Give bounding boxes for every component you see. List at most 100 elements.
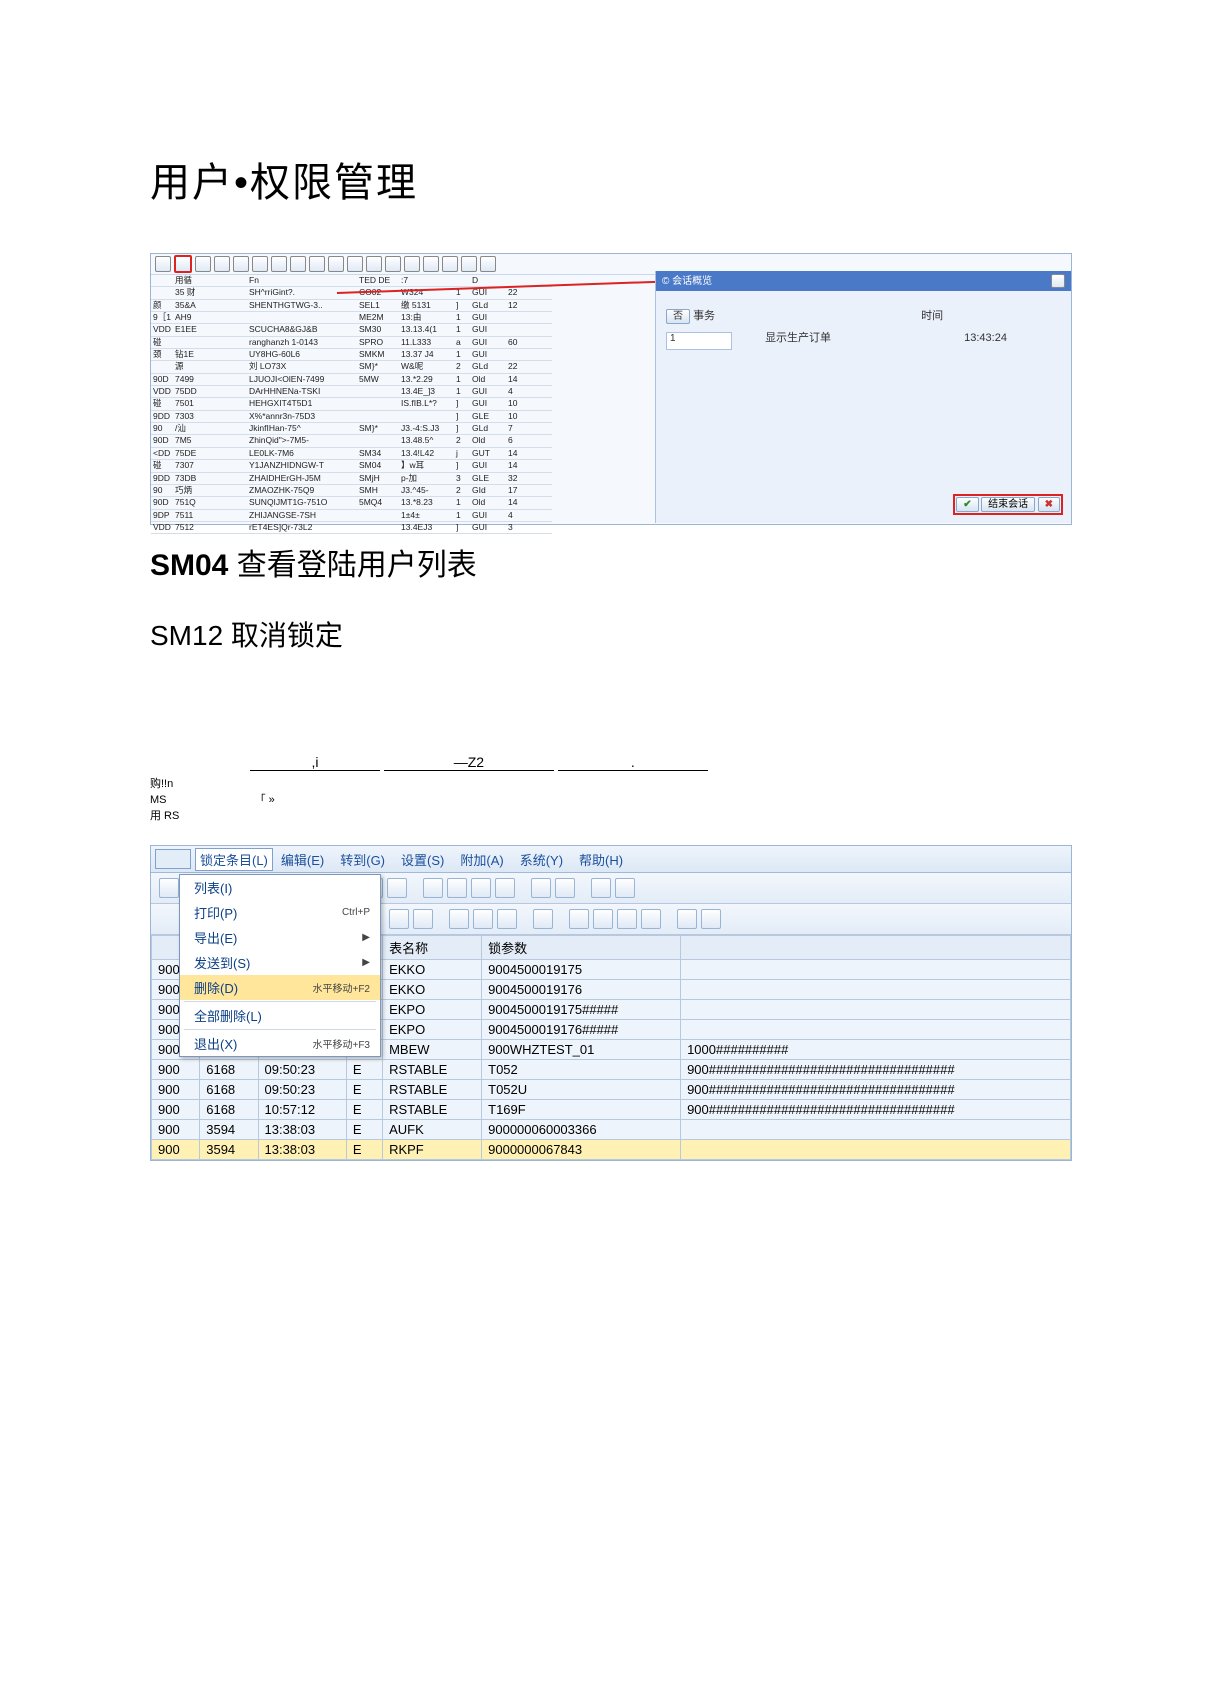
ctx-item[interactable]: 打印(P)Ctrl+P [180,900,380,925]
grid-cell: W&呢 [399,361,454,373]
tool-icon[interactable] [555,878,575,898]
page-title: 用户•权限管理 [150,150,1074,208]
variant-icon[interactable] [641,909,661,929]
toolbar-icon-highlighted[interactable] [174,255,192,273]
toolbar-icon[interactable] [328,256,344,272]
toolbar-icon[interactable] [290,256,306,272]
first-icon[interactable] [423,878,443,898]
menu-edit[interactable]: 编辑(E) [273,850,332,869]
session-transaction: 显示生产订单 [765,332,831,344]
grid-cell [247,312,357,324]
toolbar-icon[interactable] [195,256,211,272]
toolbar-icon[interactable] [404,256,420,272]
grid-cell [357,510,399,522]
panel-titlebar: © 会话概览 [656,271,1071,291]
toolbar-icon[interactable] [271,256,287,272]
sort-desc-icon[interactable] [473,909,493,929]
sort-asc-icon[interactable] [449,909,469,929]
toolbar-icon[interactable] [233,256,249,272]
ctx-item[interactable]: 退出(X)水平移动+F3 [180,1031,380,1056]
confirm-icon[interactable]: ✔ [956,497,978,512]
grid-cell: GLd [470,361,506,373]
table-row[interactable]: 900359413:38:03ERKPF9000000067843 [152,1140,1071,1160]
grid-cell: 17 [506,485,552,497]
refresh-icon[interactable] [413,909,433,929]
table-row[interactable]: 900616810:57:12ERSTABLET169F900#########… [152,1100,1071,1120]
menu-set[interactable]: 设置(S) [393,850,452,869]
context-menu[interactable]: 列表(I)打印(P)Ctrl+P导出(E)▶发送到(S)▶删除(D)水平移动+F… [179,874,381,1057]
grid-cell: ZHIJANGSE-7SH [247,510,357,522]
grid-cell: IS.fIB.L*? [399,398,454,410]
last-icon[interactable] [495,878,515,898]
grid-cell: 13.4EJ3 [399,522,454,534]
col-header[interactable]: 表名称 [383,936,482,960]
grid-cell: 7307 [173,460,207,472]
grid-cell: DArHHNENa-TSKI [247,386,357,398]
toolbar-icon[interactable] [309,256,325,272]
grid-cell: AH9 [173,312,207,324]
grid-cell: 5MQ4 [357,497,399,509]
menu-goto[interactable]: 转到(G) [332,850,393,869]
graph-icon[interactable] [617,909,637,929]
grid-cell: SM}* [357,361,399,373]
grid-cell: 4 [506,510,552,522]
grid-cell: 颈 [151,349,173,361]
grid-icon[interactable] [677,909,697,929]
toolbar-icon[interactable] [366,256,382,272]
detail-icon[interactable] [389,909,409,929]
toolbar-icon[interactable] [214,256,230,272]
grid-cell: VDD [151,386,173,398]
menu-add[interactable]: 附加(A) [452,850,511,869]
total-icon[interactable] [533,909,553,929]
ctx-item[interactable]: 全部删除(L) [180,1003,380,1028]
prev-icon[interactable] [447,878,467,898]
ctx-item[interactable]: 发送到(S)▶ [180,950,380,975]
grid-cell: 1 [454,374,470,386]
toolbar-icon[interactable] [480,256,496,272]
col-transaction: 事务 [693,310,748,322]
no-button[interactable]: 否 [666,309,690,324]
toolbar-icon[interactable] [385,256,401,272]
grid-cell: GUI [470,349,506,361]
table-row[interactable]: 900359413:38:03EAUFK900000060003366 [152,1120,1071,1140]
grid-cell [207,349,247,361]
ctx-item[interactable]: 导出(E)▶ [180,925,380,950]
layout-icon[interactable] [615,878,635,898]
grid-cell: 颜 [151,300,173,312]
table-row[interactable]: 900616809:50:23ERSTABLET052900##########… [152,1060,1071,1080]
tool-icon[interactable] [531,878,551,898]
menu-sys[interactable]: 系统(Y) [512,850,571,869]
section-sm12: SM12 取消锁定 [150,614,1074,654]
menu-icon[interactable] [155,849,191,869]
findnext-icon[interactable] [387,878,407,898]
col-header[interactable]: 锁参数 [482,936,681,960]
menu-lockentry[interactable]: 锁定条目(L) [195,848,273,871]
end-session-button[interactable]: 结束会话 [981,497,1035,512]
toolbar-icon[interactable] [423,256,439,272]
grid-cell: 751Q [173,497,207,509]
export-icon[interactable] [569,909,589,929]
ctx-item[interactable]: 删除(D)水平移动+F2 [180,975,380,1000]
menu-help[interactable]: 帮助(H) [571,850,631,869]
menubar[interactable]: 锁定条目(L) 编辑(E) 转到(G) 设置(S) 附加(A) 系统(Y) 帮助… [151,846,1071,873]
toolbar-icon[interactable] [155,256,171,272]
ctx-item[interactable]: 列表(I) [180,875,380,900]
toolbar-icon[interactable] [442,256,458,272]
toolbar-icon[interactable] [347,256,363,272]
filter-icon[interactable] [497,909,517,929]
help-icon[interactable] [591,878,611,898]
grid-cell: 缴 5131 [399,300,454,312]
table-row[interactable]: 900616809:50:23ERSTABLET052U900#########… [152,1080,1071,1100]
nav-icon[interactable] [159,878,179,898]
col-header[interactable] [681,936,1071,960]
next-icon[interactable] [471,878,491,898]
cancel-icon[interactable]: ✖ [1038,497,1060,512]
grid-cell: 90D [151,497,173,509]
grid-cell: GUI [470,287,506,299]
toolbar-icon[interactable] [252,256,268,272]
toolbar-icon[interactable] [461,256,477,272]
grid-icon[interactable] [701,909,721,929]
close-icon[interactable] [1051,274,1065,288]
mail-icon[interactable] [593,909,613,929]
panel-footer: ✔ 结束会话 ✖ [953,494,1063,515]
